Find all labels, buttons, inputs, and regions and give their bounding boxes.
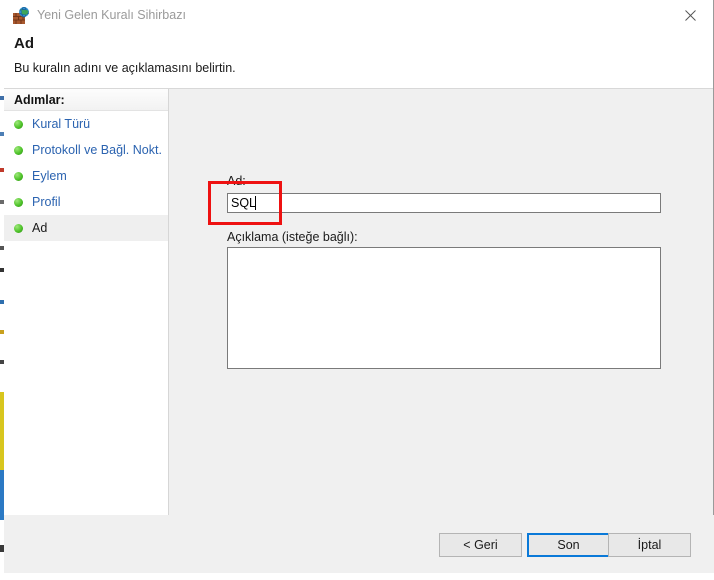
step-bullet-icon: [14, 119, 23, 129]
text-caret: [255, 196, 256, 210]
sidebar-item-label: Ad: [32, 221, 48, 235]
screen: Yeni Gelen Kuralı Sihirbazı Ad Bu kuralı…: [0, 0, 714, 580]
description-textarea[interactable]: [227, 247, 661, 369]
page-header: Ad Bu kuralın adını ve açıklamasını beli…: [4, 31, 713, 89]
close-icon[interactable]: [667, 0, 713, 31]
description-field-label: Açıklama (isteğe bağlı):: [227, 230, 358, 244]
sidebar-item-label: Protokoll ve Bağl. Nokt.: [32, 143, 162, 157]
back-button[interactable]: < Geri: [439, 533, 522, 557]
window-title: Yeni Gelen Kuralı Sihirbazı: [37, 8, 186, 22]
title-bar: Yeni Gelen Kuralı Sihirbazı: [4, 0, 713, 31]
finish-button[interactable]: Son: [527, 533, 610, 557]
sidebar-item-protocol-and-ports[interactable]: Protokoll ve Bağl. Nokt.: [4, 137, 168, 163]
cancel-button[interactable]: İptal: [608, 533, 691, 557]
steps-header: Adımlar:: [4, 89, 168, 111]
sidebar-item-rule-type[interactable]: Kural Türü: [4, 111, 168, 137]
steps-sidebar: Adımlar: Kural Türü Protokoll ve Bağl. N…: [4, 89, 169, 573]
steps-header-label: Adımlar:: [14, 92, 65, 107]
step-bullet-icon: [14, 171, 23, 181]
sidebar-item-action[interactable]: Eylem: [4, 163, 168, 189]
new-inbound-rule-wizard-dialog: Yeni Gelen Kuralı Sihirbazı Ad Bu kuralı…: [4, 0, 714, 573]
sidebar-item-label: Kural Türü: [32, 117, 91, 131]
name-field-label: Ad:: [227, 174, 246, 188]
footer-buttons: < Geri Son İptal: [4, 515, 714, 573]
dialog-body: Adımlar: Kural Türü Protokoll ve Bağl. N…: [4, 89, 713, 573]
name-input[interactable]: [227, 193, 661, 213]
step-bullet-icon: [14, 223, 23, 233]
sidebar-item-name[interactable]: Ad: [4, 215, 168, 241]
sidebar-item-label: Eylem: [32, 169, 67, 183]
sidebar-item-profile[interactable]: Profil: [4, 189, 168, 215]
firewall-globe-icon: [13, 6, 30, 24]
page-title: Ad: [14, 35, 34, 52]
page-subtitle: Bu kuralın adını ve açıklamasını belirti…: [14, 61, 236, 75]
content-pane: Ad: Açıklama (isteğe bağlı):: [170, 89, 713, 573]
step-bullet-icon: [14, 145, 23, 155]
step-bullet-icon: [14, 197, 23, 207]
sidebar-item-label: Profil: [32, 195, 61, 209]
